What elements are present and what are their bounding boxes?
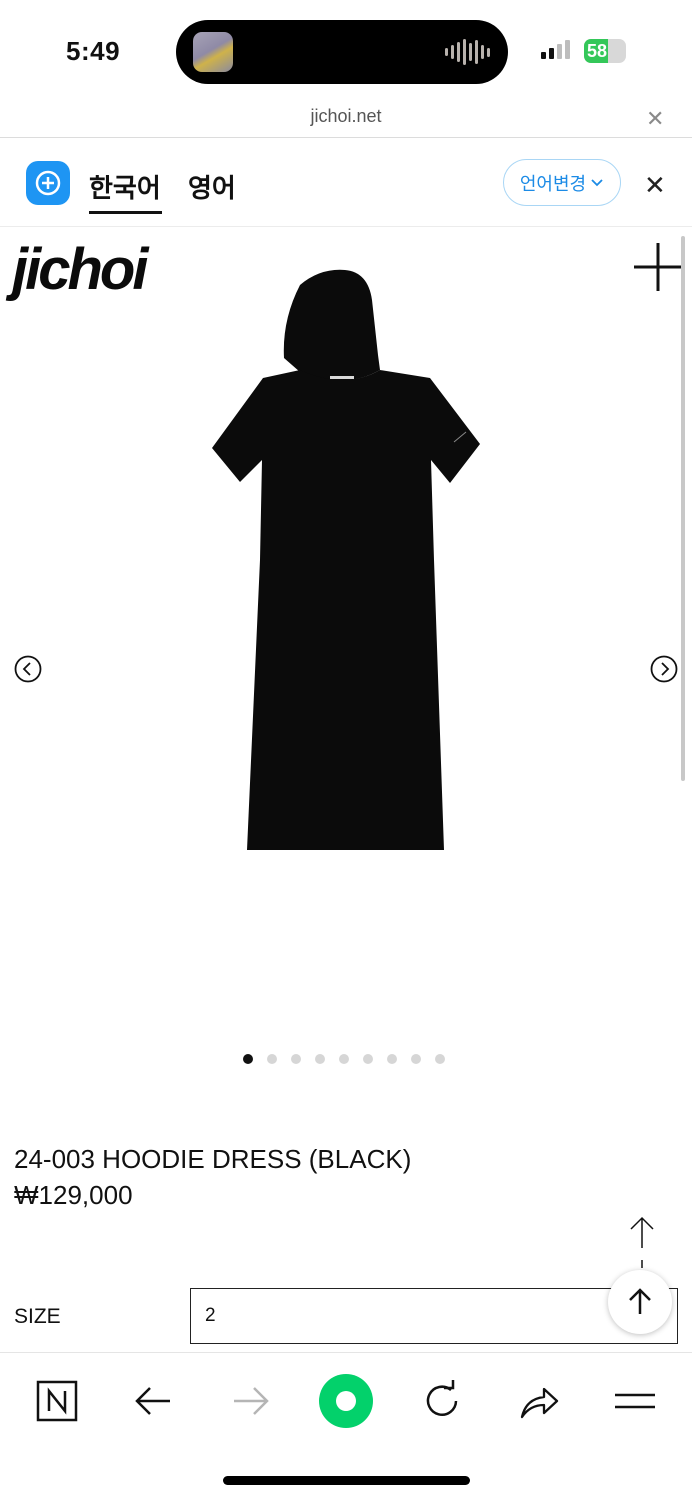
gallery-dot[interactable] [363, 1054, 373, 1064]
product-price: ₩129,000 [14, 1180, 133, 1210]
papago-translate-icon[interactable] [26, 161, 70, 205]
menu-icon[interactable] [611, 1377, 659, 1425]
tab-korean[interactable]: 한국어 [89, 168, 161, 205]
gallery-dot[interactable] [291, 1054, 301, 1064]
product-image[interactable] [0, 230, 692, 1050]
scroll-to-top-button[interactable] [608, 1270, 672, 1334]
gallery-dot[interactable] [339, 1054, 349, 1064]
gallery-dot[interactable] [315, 1054, 325, 1064]
gallery-pagination [243, 1054, 445, 1064]
gallery-dot[interactable] [243, 1054, 253, 1064]
product-name: 24-003 HOODIE DRESS (BLACK) [14, 1144, 412, 1174]
active-tab-indicator [89, 211, 162, 214]
browser-toolbar [0, 1352, 692, 1453]
scroll-up-arrow-icon[interactable] [628, 1214, 656, 1270]
size-label: SIZE [14, 1305, 61, 1328]
now-playing-artwork [193, 32, 233, 72]
battery-percent: 58 [587, 41, 608, 61]
forward-arrow-icon[interactable] [226, 1377, 274, 1425]
tab-english[interactable]: 영어 [188, 168, 236, 205]
battery-icon: 58 [584, 39, 626, 63]
divider [0, 226, 692, 227]
site-logo[interactable]: jichoi [12, 236, 148, 303]
audio-waveform-icon [445, 38, 490, 66]
arrow-up-icon [629, 1288, 651, 1314]
cellular-signal-icon [541, 40, 570, 59]
naver-home-icon[interactable] [316, 1371, 376, 1431]
share-icon[interactable] [514, 1377, 562, 1425]
scrollbar[interactable] [681, 236, 685, 781]
url-text[interactable]: jichoi.net [0, 106, 692, 127]
dynamic-island[interactable] [176, 20, 508, 84]
naver-n-icon[interactable] [33, 1377, 81, 1425]
translate-close-icon[interactable]: ✕ [644, 170, 666, 201]
back-arrow-icon[interactable] [130, 1377, 178, 1425]
gallery-dot[interactable] [267, 1054, 277, 1064]
gallery-dot[interactable] [387, 1054, 397, 1064]
gallery-dot[interactable] [435, 1054, 445, 1064]
plus-icon[interactable] [634, 243, 682, 291]
chevron-down-icon [591, 178, 603, 186]
divider [0, 137, 692, 138]
chevron-left-circle-icon[interactable] [14, 655, 42, 683]
gallery-dot[interactable] [411, 1054, 421, 1064]
reload-icon[interactable] [418, 1377, 466, 1425]
status-time: 5:49 [66, 36, 121, 66]
home-indicator[interactable] [223, 1476, 470, 1485]
close-icon[interactable]: ✕ [646, 106, 664, 132]
chevron-right-circle-icon[interactable] [650, 655, 678, 683]
change-language-label: 언어변경 [519, 173, 587, 194]
size-select[interactable]: 2 [190, 1288, 678, 1344]
change-language-button[interactable]: 언어변경 [503, 159, 621, 206]
